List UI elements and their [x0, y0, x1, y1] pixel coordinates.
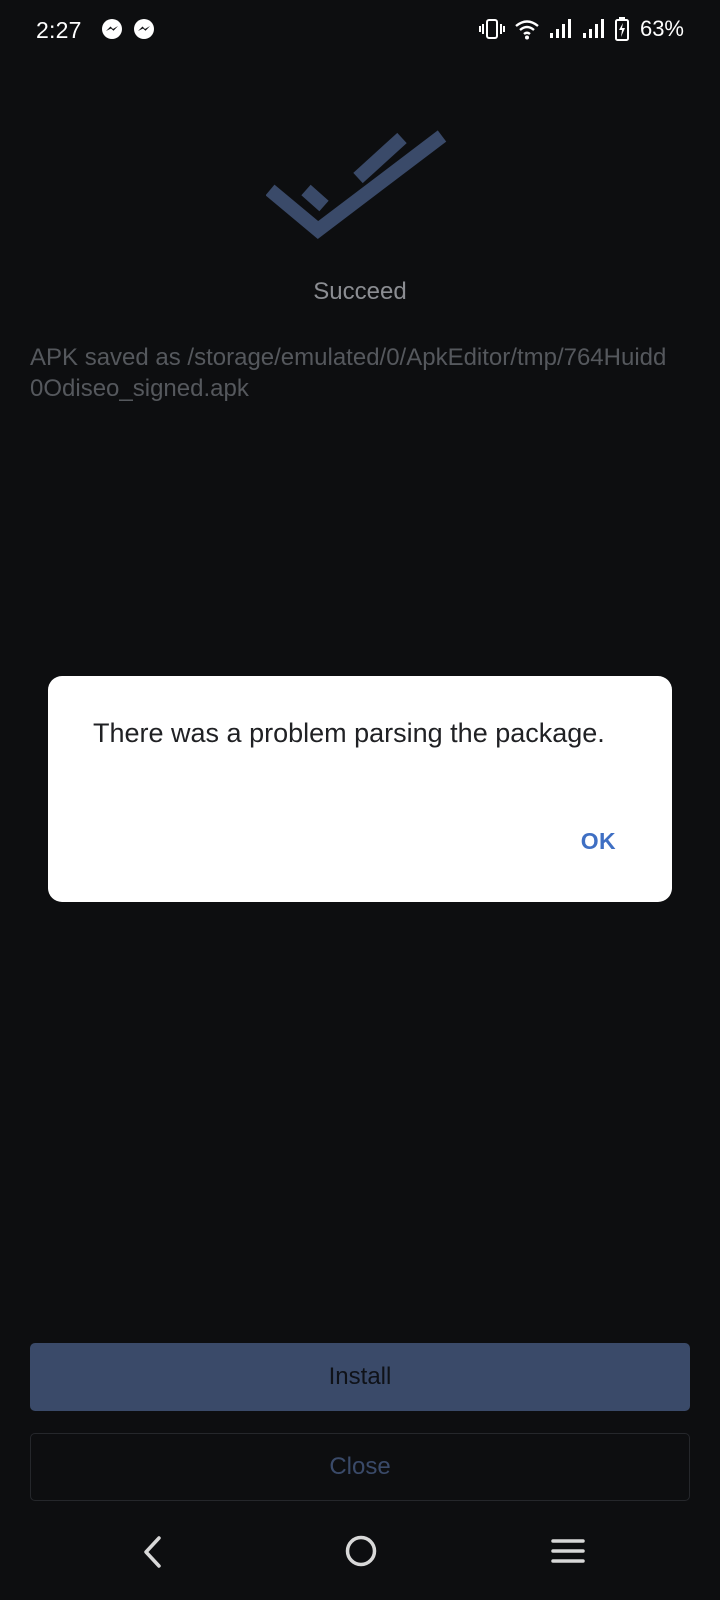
apk-saved-path: APK saved as /storage/emulated/0/ApkEdit… — [30, 344, 667, 402]
status-bar: 2:27 63% — [0, 0, 720, 62]
double-check-icon — [266, 130, 447, 239]
messenger-icon — [101, 18, 123, 40]
dialog-message: There was a problem parsing the package. — [93, 718, 605, 748]
messenger-icon — [133, 18, 155, 40]
install-button[interactable]: Install — [30, 1343, 690, 1411]
parse-error-dialog: There was a problem parsing the package.… — [48, 676, 672, 902]
vibrate-icon — [478, 18, 505, 40]
home-icon[interactable] — [344, 1534, 378, 1568]
navigation-bar — [0, 1518, 720, 1600]
apk-editor-screen: 2:27 63% Succeed APK saved as /storage/e… — [0, 0, 720, 1600]
wifi-icon — [514, 18, 540, 40]
succeed-label: Succeed — [313, 278, 407, 305]
status-notification-icons — [101, 18, 155, 40]
status-time: 2:27 — [36, 17, 82, 43]
close-button[interactable]: Close — [30, 1433, 690, 1501]
battery-percentage: 63% — [639, 16, 684, 41]
signal-icon — [582, 18, 606, 40]
status-system-icons: 63% — [478, 16, 684, 42]
signal-icon — [549, 18, 573, 40]
battery-charging-icon — [614, 17, 629, 41]
back-icon[interactable] — [138, 1534, 170, 1570]
recents-icon[interactable] — [550, 1536, 586, 1566]
dialog-ok-button[interactable]: OK — [581, 828, 616, 855]
